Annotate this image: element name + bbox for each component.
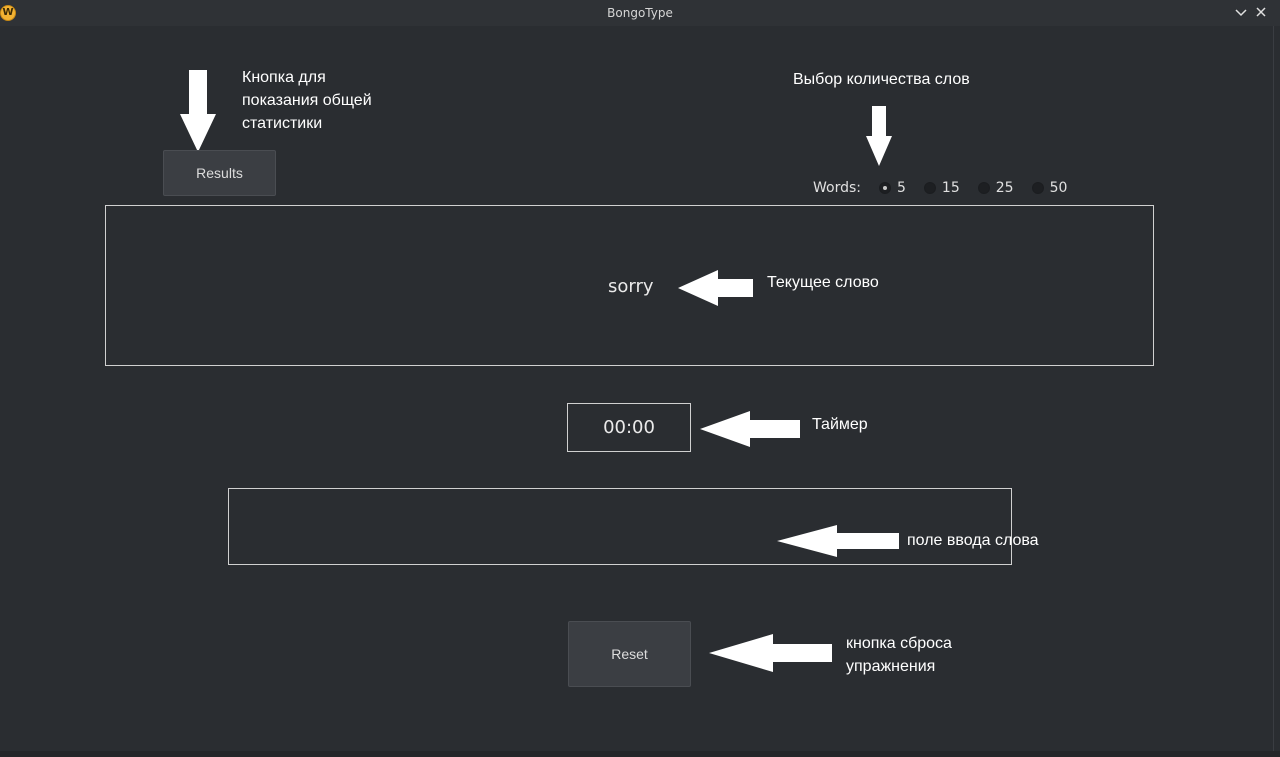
radio-label: 5	[897, 180, 906, 196]
arrow-down-icon	[180, 70, 216, 152]
arrow-left-icon	[777, 525, 899, 557]
arrow-left-icon	[709, 634, 832, 672]
timer-display: 00:00	[567, 403, 691, 452]
annotation-words: Выбор количества слов	[793, 71, 970, 88]
radio-label: 25	[995, 180, 1014, 196]
words-label: Words:	[813, 180, 861, 196]
arrow-left-icon	[700, 411, 800, 447]
words-option-15[interactable]: 15	[923, 180, 960, 196]
window-edge	[1273, 26, 1274, 751]
annotation-input: поле ввода слова	[907, 532, 1039, 549]
window-edge	[0, 751, 1280, 757]
results-button[interactable]: Results	[163, 150, 276, 196]
radio-icon[interactable]	[1031, 182, 1044, 194]
current-word-panel: sorry	[105, 205, 1154, 366]
words-option-50[interactable]: 50	[1031, 180, 1068, 196]
annotation-timer: Таймер	[812, 416, 868, 433]
reset-button[interactable]: Reset	[568, 621, 691, 687]
radio-label: 15	[941, 180, 960, 196]
words-option-5[interactable]: 5	[879, 180, 906, 196]
annotation-results: Кнопка для показания общей статистики	[242, 69, 372, 132]
window-title: BongoType	[607, 6, 673, 20]
window-titlebar: W BongoType	[0, 0, 1280, 26]
close-icon[interactable]	[1253, 4, 1269, 20]
words-option-25[interactable]: 25	[977, 180, 1014, 196]
chevron-down-icon[interactable]	[1233, 4, 1249, 20]
annotation-reset: кнопка сброса упражнения	[846, 635, 952, 675]
radio-label: 50	[1049, 180, 1068, 196]
words-selector: Words: 5 15 25 50	[813, 178, 1067, 198]
arrow-down-icon	[866, 106, 892, 166]
radio-icon[interactable]	[923, 182, 936, 194]
radio-icon[interactable]	[879, 182, 891, 194]
radio-icon[interactable]	[977, 182, 990, 194]
current-word: sorry	[608, 276, 654, 297]
arrow-left-icon	[678, 270, 753, 306]
annotation-current-word: Текущее слово	[767, 274, 879, 291]
